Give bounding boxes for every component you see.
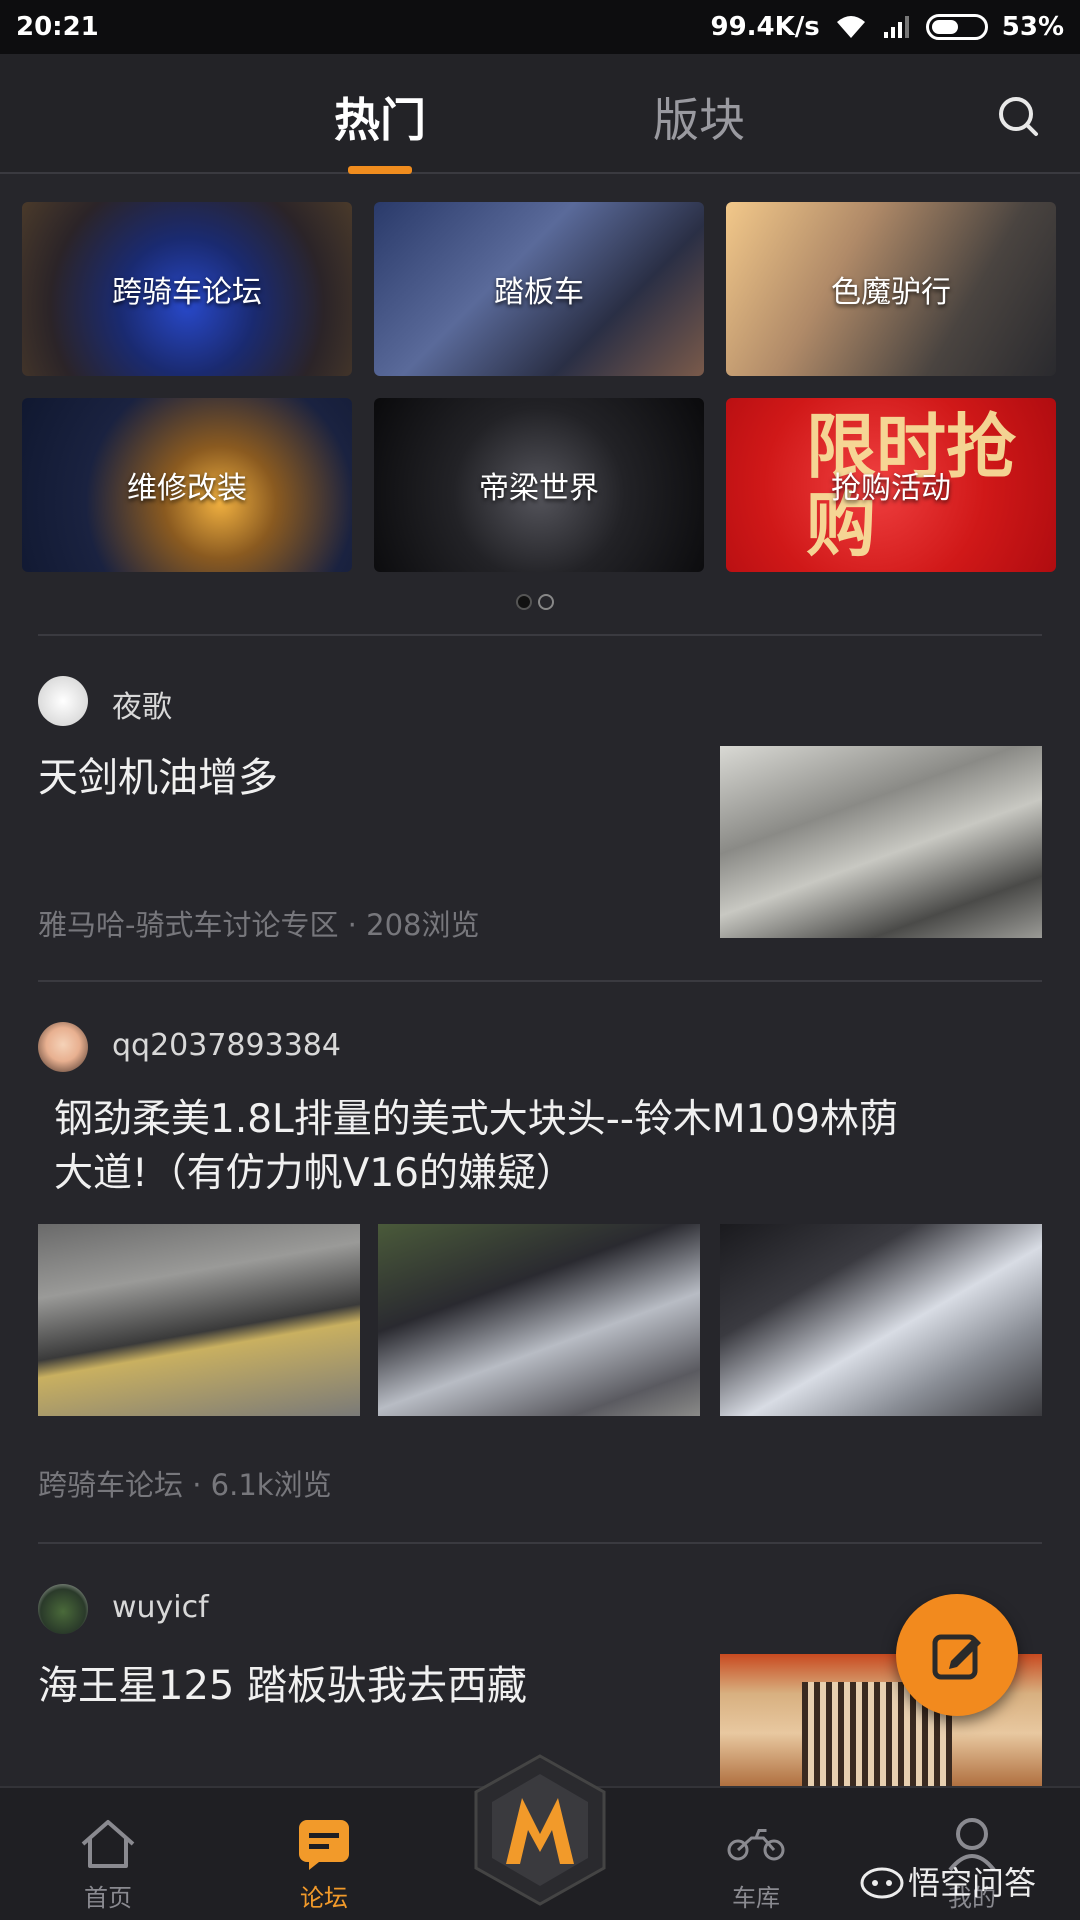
post-title[interactable]: 天剑机油增多 bbox=[38, 752, 278, 804]
post-image[interactable] bbox=[720, 1224, 1042, 1416]
watermark: 悟空问答 bbox=[860, 1858, 1036, 1904]
forum-icon bbox=[299, 1820, 349, 1870]
board-label: 踏板车 bbox=[494, 275, 584, 310]
status-bar: 20:21 99.4K/s 53% bbox=[0, 0, 1080, 54]
board-label: 帝梁世界 bbox=[479, 471, 599, 506]
divider bbox=[38, 980, 1042, 982]
page-indicator bbox=[516, 594, 554, 610]
board-scooter[interactable]: 踏板车 bbox=[374, 202, 704, 376]
home-icon bbox=[81, 1820, 135, 1868]
nav-forum[interactable]: 论坛 bbox=[254, 1788, 394, 1920]
status-time: 20:21 bbox=[16, 12, 99, 42]
nav-garage-label: 车库 bbox=[732, 1884, 780, 1912]
network-speed: 99.4K/s bbox=[710, 12, 820, 42]
board-touring[interactable]: 色魔驴行 bbox=[726, 202, 1056, 376]
page-dot-active bbox=[516, 594, 532, 610]
post-username[interactable]: qq2037893384 bbox=[112, 1028, 341, 1063]
avatar[interactable] bbox=[38, 1022, 88, 1072]
post-title[interactable]: 海王星125 踏板驮我去西藏 bbox=[38, 1660, 527, 1712]
post-title-line-1[interactable]: 钢劲柔美1.8L排量的美式大块头--铃木M109林荫 bbox=[54, 1094, 898, 1146]
tab-block[interactable]: 版块 bbox=[653, 84, 745, 150]
battery-icon bbox=[925, 14, 988, 40]
motorcycle-icon bbox=[727, 1829, 785, 1861]
battery-percent: 53% bbox=[1001, 12, 1064, 42]
avatar[interactable] bbox=[38, 676, 88, 726]
edit-icon bbox=[932, 1634, 981, 1680]
post-username[interactable]: wuyicf bbox=[112, 1590, 209, 1625]
page-dot bbox=[538, 594, 554, 610]
post-image[interactable] bbox=[38, 1224, 360, 1416]
wukong-logo-icon bbox=[860, 1867, 904, 1899]
wifi-icon bbox=[836, 16, 865, 38]
signal-icon bbox=[883, 16, 909, 38]
post-image[interactable] bbox=[378, 1224, 700, 1416]
compose-post-button[interactable] bbox=[896, 1594, 1018, 1716]
divider bbox=[38, 1542, 1042, 1544]
top-tab-bar: 热门 版块 bbox=[0, 54, 1080, 174]
active-tab-indicator bbox=[348, 166, 412, 174]
watermark-text: 悟空问答 bbox=[908, 1864, 1037, 1902]
search-icon[interactable] bbox=[996, 94, 1040, 138]
nav-home[interactable]: 首页 bbox=[38, 1788, 178, 1920]
nav-home-label: 首页 bbox=[84, 1884, 132, 1912]
tab-hot[interactable]: 热门 bbox=[334, 84, 426, 150]
post-thumbnail[interactable] bbox=[720, 746, 1042, 938]
center-m-button[interactable] bbox=[470, 1752, 610, 1908]
board-cross-ride[interactable]: 跨骑车论坛 bbox=[22, 202, 352, 376]
board-label: 色魔驴行 bbox=[831, 275, 951, 310]
nav-forum-label: 论坛 bbox=[300, 1884, 348, 1912]
board-label: 维修改装 bbox=[127, 471, 247, 506]
post-meta: 雅马哈-骑式车讨论专区 · 208浏览 bbox=[38, 908, 480, 942]
nav-garage[interactable]: 车库 bbox=[686, 1788, 826, 1920]
avatar[interactable] bbox=[38, 1584, 88, 1634]
post-meta: 跨骑车论坛 · 6.1k浏览 bbox=[38, 1468, 332, 1502]
board-repair[interactable]: 维修改装 bbox=[22, 398, 352, 572]
divider bbox=[38, 634, 1042, 636]
post-username[interactable]: 夜歌 bbox=[112, 682, 172, 726]
post-title-line-2[interactable]: 大道!（有仿力帆V16的嫌疑） bbox=[54, 1148, 575, 1200]
board-world[interactable]: 帝梁世界 bbox=[374, 398, 704, 572]
board-label: 抢购活动 bbox=[831, 471, 951, 506]
board-flash-sale[interactable]: 限时抢购 抢购活动 bbox=[726, 398, 1056, 572]
board-label: 跨骑车论坛 bbox=[112, 275, 262, 310]
